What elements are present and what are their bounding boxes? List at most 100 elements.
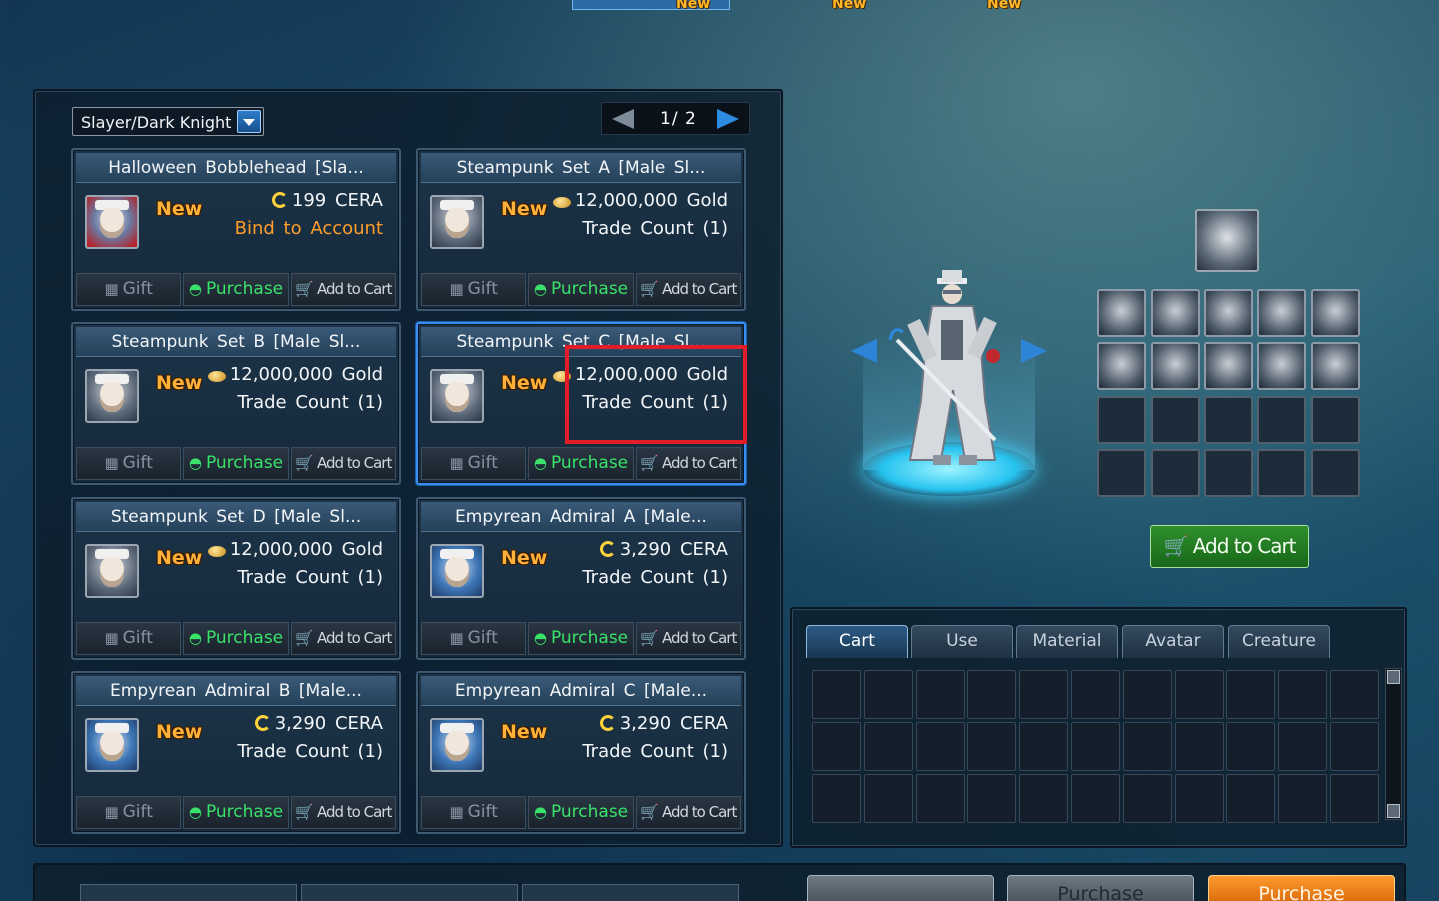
- product-thumbnail[interactable]: [85, 195, 139, 249]
- purchase-button[interactable]: ◓ Purchase: [183, 447, 289, 480]
- bottom-button-1[interactable]: [807, 875, 994, 901]
- equipped-item-slot[interactable]: [1311, 342, 1360, 390]
- empty-item-slot[interactable]: [1097, 449, 1146, 497]
- equipped-item-slot[interactable]: [1204, 342, 1253, 390]
- inventory-slot[interactable]: [1071, 774, 1120, 823]
- inventory-slot[interactable]: [1330, 670, 1379, 719]
- product-thumbnail[interactable]: [430, 195, 484, 249]
- inventory-slot[interactable]: [1330, 774, 1379, 823]
- purchase-button[interactable]: ◓ Purchase: [528, 273, 634, 306]
- inventory-slot[interactable]: [863, 722, 913, 771]
- equipped-item-slot[interactable]: [1097, 289, 1146, 337]
- chevron-down-icon[interactable]: [237, 110, 261, 133]
- inventory-slot[interactable]: [1071, 670, 1120, 719]
- add-to-cart-button[interactable]: 🛒 Add to Cart: [635, 273, 741, 306]
- product-card[interactable]: Empyrean Admiral A [Male... New 3,290 CE…: [416, 497, 746, 660]
- scroll-down-icon[interactable]: [1387, 804, 1400, 818]
- inventory-slot[interactable]: [967, 722, 1017, 771]
- empty-item-slot[interactable]: [1204, 396, 1253, 444]
- tab-cart[interactable]: Cart: [806, 625, 908, 658]
- equipped-item-slot[interactable]: [1151, 289, 1200, 337]
- tab-avatar[interactable]: Avatar: [1122, 625, 1224, 658]
- equipped-item-slot[interactable]: [1257, 289, 1306, 337]
- add-to-cart-button[interactable]: 🛒 Add to Cart: [290, 622, 396, 655]
- rotate-right-icon[interactable]: [1021, 339, 1047, 363]
- equipped-item-slot[interactable]: [1311, 289, 1360, 337]
- inventory-slot[interactable]: [1174, 722, 1224, 771]
- purchase-all-button[interactable]: Purchase: [1007, 875, 1194, 901]
- inventory-slot[interactable]: [1174, 670, 1224, 719]
- product-thumbnail[interactable]: [430, 718, 484, 772]
- add-to-cart-button[interactable]: 🛒 Add to Cart: [290, 447, 396, 480]
- purchase-button[interactable]: Purchase: [1208, 875, 1395, 901]
- product-card[interactable]: Empyrean Admiral B [Male... New 3,290 CE…: [71, 671, 401, 834]
- add-to-cart-button[interactable]: 🛒 Add to Cart: [290, 273, 396, 306]
- purchase-button[interactable]: ◓ Purchase: [183, 622, 289, 655]
- bottom-tab-2[interactable]: [301, 884, 518, 901]
- inventory-slot[interactable]: [1019, 774, 1069, 823]
- nav-item-1[interactable]: [110, 0, 260, 10]
- add-to-cart-button[interactable]: 🛒 Add to Cart: [290, 796, 396, 829]
- next-page-icon[interactable]: [717, 109, 739, 129]
- inventory-slot[interactable]: [915, 670, 965, 719]
- product-card[interactable]: Steampunk Set D [Male Sl... New 12,000,0…: [71, 497, 401, 660]
- inventory-scrollbar[interactable]: [1385, 668, 1402, 820]
- equipped-item-slot[interactable]: [1204, 289, 1253, 337]
- equipped-item-slot[interactable]: [1097, 342, 1146, 390]
- inventory-slot[interactable]: [863, 774, 913, 823]
- empty-item-slot[interactable]: [1151, 396, 1200, 444]
- add-to-cart-button[interactable]: 🛒 Add to Cart: [635, 622, 741, 655]
- inventory-slot[interactable]: [1226, 670, 1276, 719]
- product-thumbnail[interactable]: [85, 718, 139, 772]
- selected-item-slot[interactable]: [1195, 209, 1259, 272]
- rotate-left-icon[interactable]: [851, 339, 877, 363]
- product-card[interactable]: Empyrean Admiral C [Male... New 3,290 CE…: [416, 671, 746, 834]
- inventory-slot[interactable]: [812, 670, 861, 719]
- product-thumbnail[interactable]: [85, 369, 139, 423]
- scroll-up-icon[interactable]: [1387, 670, 1400, 684]
- inventory-slot[interactable]: [1226, 774, 1276, 823]
- inventory-slot[interactable]: [1278, 774, 1328, 823]
- equipped-item-slot[interactable]: [1151, 342, 1200, 390]
- inventory-slot[interactable]: [1174, 774, 1224, 823]
- add-to-cart-button[interactable]: 🛒 Add to Cart: [635, 796, 741, 829]
- add-to-cart-button[interactable]: 🛒 Add to Cart: [1150, 525, 1309, 568]
- bottom-tab-1[interactable]: [80, 884, 297, 901]
- gift-button[interactable]: ▦ Gift: [421, 447, 527, 480]
- inventory-slot[interactable]: [863, 670, 913, 719]
- gift-button[interactable]: ▦ Gift: [421, 796, 527, 829]
- add-to-cart-button[interactable]: 🛒 Add to Cart: [635, 447, 741, 480]
- empty-item-slot[interactable]: [1257, 396, 1306, 444]
- equipped-item-slot[interactable]: [1257, 342, 1306, 390]
- gift-button[interactable]: ▦ Gift: [76, 447, 182, 480]
- product-thumbnail[interactable]: [85, 544, 139, 598]
- gift-button[interactable]: ▦ Gift: [76, 273, 182, 306]
- inventory-slot[interactable]: [1122, 774, 1172, 823]
- inventory-slot[interactable]: [812, 722, 861, 771]
- inventory-slot[interactable]: [1226, 722, 1276, 771]
- inventory-slot[interactable]: [1071, 722, 1120, 771]
- prev-page-icon[interactable]: [612, 109, 634, 129]
- class-filter-dropdown[interactable]: Slayer/Dark Knight: [72, 107, 264, 136]
- inventory-slot[interactable]: [1122, 722, 1172, 771]
- purchase-button[interactable]: ◓ Purchase: [183, 796, 289, 829]
- inventory-slot[interactable]: [1019, 722, 1069, 771]
- gift-button[interactable]: ▦ Gift: [421, 273, 527, 306]
- inventory-slot[interactable]: [1330, 722, 1379, 771]
- inventory-slot[interactable]: [1122, 670, 1172, 719]
- empty-item-slot[interactable]: [1097, 396, 1146, 444]
- inventory-slot[interactable]: [1278, 670, 1328, 719]
- purchase-button[interactable]: ◓ Purchase: [183, 273, 289, 306]
- inventory-slot[interactable]: [915, 774, 965, 823]
- bottom-tab-3[interactable]: [522, 884, 739, 901]
- nav-item-2[interactable]: [285, 0, 395, 10]
- empty-item-slot[interactable]: [1257, 449, 1306, 497]
- tab-use[interactable]: Use: [911, 625, 1013, 658]
- purchase-button[interactable]: ◓ Purchase: [528, 622, 634, 655]
- inventory-slot[interactable]: [1019, 670, 1069, 719]
- product-card[interactable]: Steampunk Set A [Male Sl... New 12,000,0…: [416, 148, 746, 311]
- inventory-slot[interactable]: [915, 722, 965, 771]
- inventory-slot[interactable]: [967, 670, 1017, 719]
- inventory-slot[interactable]: [1278, 722, 1328, 771]
- gift-button[interactable]: ▦ Gift: [76, 622, 182, 655]
